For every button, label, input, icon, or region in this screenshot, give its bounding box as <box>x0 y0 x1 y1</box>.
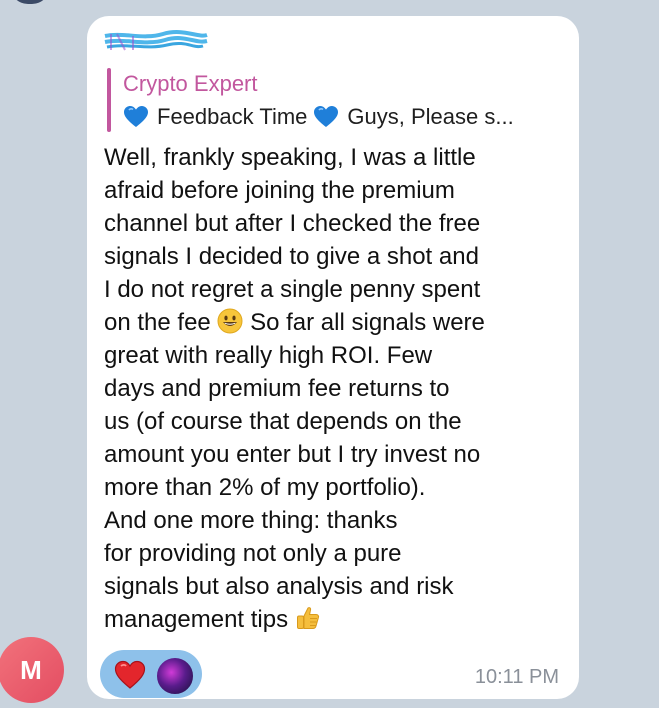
message-line-with-emoji: management tips <box>104 603 572 636</box>
message-bubble[interactable]: Crypto Expert Feedback Time Guys, Please… <box>87 16 579 699</box>
reply-accent-bar <box>107 68 111 132</box>
message-line-with-emoji: on the fee So far all signals were <box>104 306 572 339</box>
avatar-initial: M <box>20 654 42 685</box>
message-line: afraid before joining the premium <box>104 177 455 204</box>
message-timestamp: 10:11 PM <box>474 666 559 688</box>
message-line: signals but also analysis and risk <box>104 573 454 600</box>
message-line: channel but after I checked the free <box>104 210 481 237</box>
blue-heart-icon <box>124 106 148 127</box>
blue-heart-icon <box>314 106 339 127</box>
message-line: days and premium fee returns to <box>104 375 450 402</box>
message-line: Well, frankly speaking, I was a little <box>104 144 476 171</box>
reply-text-part-2: Guys, Please s... <box>347 104 514 129</box>
reactions-pill[interactable] <box>100 650 202 698</box>
grinning-face-emoji-icon <box>217 308 243 334</box>
message-line: for providing not only a pure <box>104 540 402 567</box>
message-text: Well, frankly speaking, I was a little a… <box>104 141 572 636</box>
sender-avatar[interactable]: M <box>0 637 64 703</box>
reply-author: Crypto Expert <box>123 71 258 96</box>
thumbs-up-emoji-icon <box>296 607 319 629</box>
message-line-part: So far all signals were <box>250 309 485 336</box>
message-line: amount you enter but I try invest no <box>104 441 481 468</box>
message-line: signals I decided to give a shot and <box>104 243 479 270</box>
message-line-part: on the fee <box>104 309 211 336</box>
red-heart-reaction-icon[interactable] <box>114 660 146 690</box>
message-line: I do not regret a single penny spent <box>104 276 481 303</box>
reply-preview[interactable]: Crypto Expert Feedback Time Guys, Please… <box>107 68 567 132</box>
redacted-sender-name <box>104 30 208 51</box>
message-line: us (of course that depends on the <box>104 408 462 435</box>
message-line: great with really high ROI. Few <box>104 342 433 369</box>
previous-avatar-edge <box>10 0 50 4</box>
message-line: more than 2% of my portfolio). <box>104 474 426 501</box>
reply-text-part-1: Feedback Time <box>157 104 308 129</box>
message-line-part: management tips <box>104 606 289 633</box>
reactor-avatar-icon[interactable] <box>155 656 195 696</box>
reply-snippet: Feedback Time Guys, Please s... <box>123 104 520 130</box>
message-line: And one more thing: thanks <box>104 507 398 534</box>
